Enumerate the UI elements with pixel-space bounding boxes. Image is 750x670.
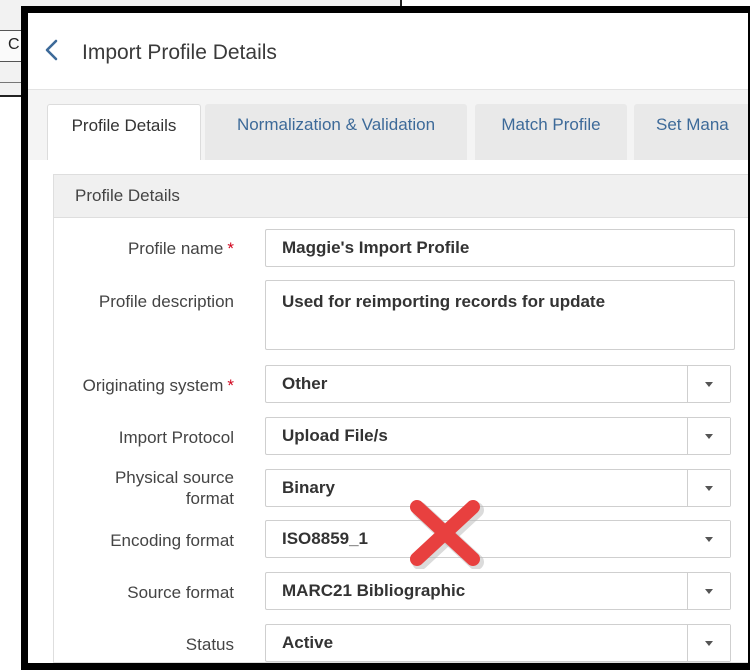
caret-down-icon [705,589,713,594]
tab-set-management[interactable]: Set Mana [634,104,748,160]
profile-details-section: Profile Details Profile name * Maggie's I… [53,174,748,663]
tab-normalization-validation[interactable]: Normalization & Validation [205,104,467,160]
required-marker: * [227,239,234,258]
import-protocol-label: Import Protocol [118,428,234,447]
section-header: Profile Details [54,175,748,218]
dropdown-button[interactable] [688,521,730,557]
tab-profile-details[interactable]: Profile Details [47,104,201,161]
profile-description-textarea[interactable]: Used for reimporting records for update [265,280,735,350]
required-marker: * [227,376,234,395]
caret-down-icon [705,537,713,542]
profile-name-label: Profile name * [127,239,234,258]
caret-down-icon [705,382,713,387]
tab-bar: Profile Details Normalization & Validati… [28,90,748,161]
source-format-label: Source format [127,583,234,602]
dropdown-button[interactable] [687,470,730,506]
physical-source-format-label: Physical source format [114,468,234,508]
encoding-format-label: Encoding format [110,531,234,550]
back-chevron-icon[interactable] [42,38,62,62]
physical-source-format-select[interactable]: Binary [265,469,731,507]
originating-system-select[interactable]: Other [265,365,731,403]
profile-name-field[interactable]: Maggie's Import Profile [265,229,735,267]
dropdown-button[interactable] [687,573,730,609]
status-label: Status [185,635,234,654]
dropdown-button[interactable] [687,366,730,402]
import-profile-panel: Import Profile Details Profile Details N… [21,6,750,670]
dropdown-button[interactable] [687,625,730,661]
caret-down-icon [705,641,713,646]
background-char: C [8,36,20,53]
caret-down-icon [705,434,713,439]
profile-description-label: Profile description [98,292,234,311]
title-bar: Import Profile Details [28,13,748,90]
red-x-annotation-icon [410,500,484,569]
originating-system-label: Originating system * [82,376,234,395]
page-title: Import Profile Details [82,41,277,64]
caret-down-icon [705,486,713,491]
dropdown-button[interactable] [687,418,730,454]
source-format-select[interactable]: MARC21 Bibliographic [265,572,731,610]
status-select[interactable]: Active [265,624,731,662]
tab-match-profile[interactable]: Match Profile [475,104,627,160]
import-protocol-select[interactable]: Upload File/s [265,417,731,455]
encoding-format-select[interactable]: ISO8859_1 [265,520,731,558]
content-area: Profile Details Profile name * Maggie's I… [28,160,748,663]
